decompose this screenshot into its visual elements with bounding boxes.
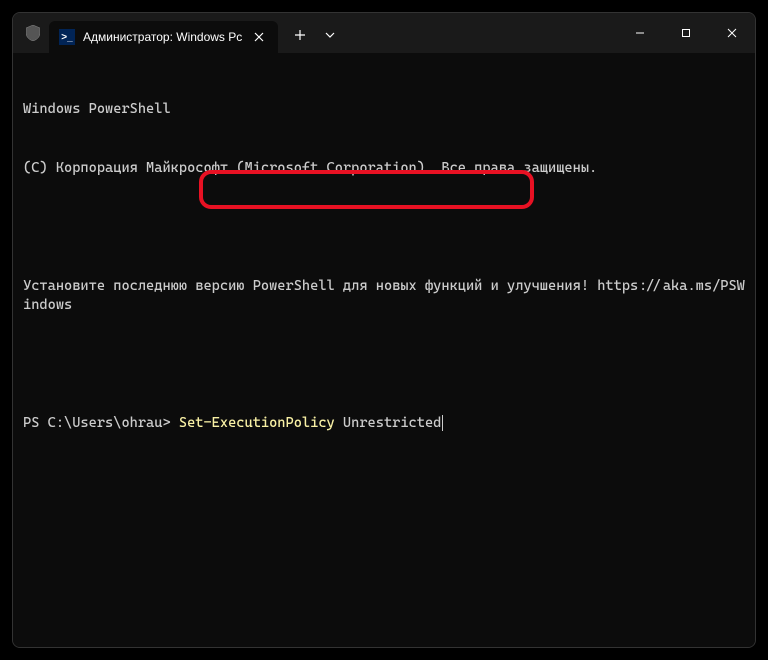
titlebar[interactable]: >_ Администратор: Windows Pc: [13, 13, 755, 53]
new-tab-button[interactable]: [284, 19, 316, 51]
window-controls: [617, 13, 755, 53]
tab-dropdown-button[interactable]: [316, 19, 344, 51]
output-line: [23, 355, 745, 375]
command-arg: Unrestricted: [343, 415, 441, 431]
app-icon: [25, 25, 41, 41]
close-button[interactable]: [709, 13, 755, 53]
output-line: Windows PowerShell: [23, 100, 745, 120]
tab-powershell[interactable]: >_ Администратор: Windows Pc: [49, 21, 278, 53]
cursor: [442, 415, 443, 431]
terminal-content[interactable]: Windows PowerShell (C) Корпорация Майкро…: [13, 53, 755, 647]
powershell-icon: >_: [59, 29, 75, 45]
tab-close-button[interactable]: [250, 28, 268, 46]
output-line: [23, 218, 745, 238]
output-line: Установите последнюю версию PowerShell д…: [23, 277, 745, 316]
terminal-window: >_ Администратор: Windows Pc W: [12, 12, 756, 648]
prompt-line: PS C:\Users\ohrau> Set-ExecutionPolicy U…: [23, 414, 745, 434]
minimize-button[interactable]: [617, 13, 663, 53]
tab-title: Администратор: Windows Pc: [83, 30, 242, 44]
prompt-text: PS C:\Users\ohrau>: [23, 415, 179, 431]
command-cmdlet: Set-ExecutionPolicy: [179, 415, 343, 431]
output-line: (C) Корпорация Майкрософт (Microsoft Cor…: [23, 159, 745, 179]
maximize-button[interactable]: [663, 13, 709, 53]
